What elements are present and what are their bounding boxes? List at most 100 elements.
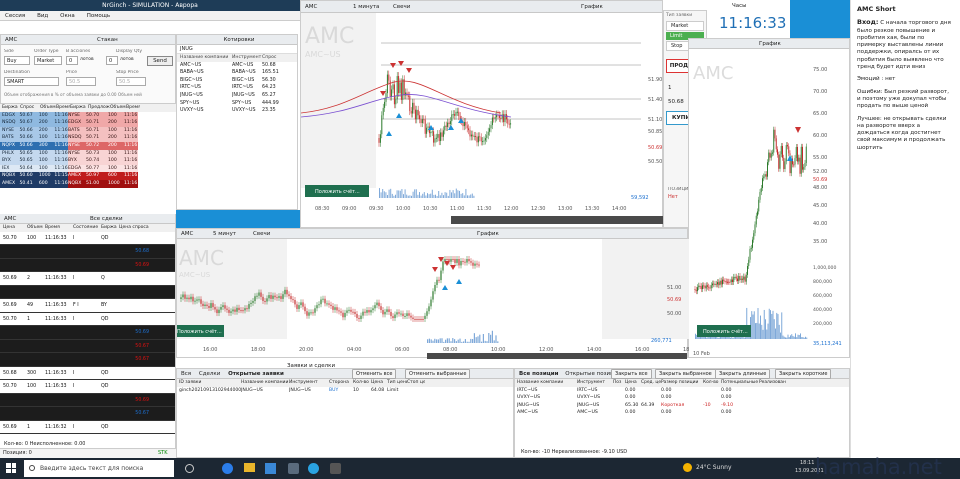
quote-row[interactable]: BABA~US BABA~US 165.51 <box>177 69 297 77</box>
level2-row[interactable]: NYSE 50.66 200 11:16 BATS 50.71 100 11:16 <box>0 126 176 135</box>
task-view-icon[interactable] <box>185 464 194 473</box>
orders-col[interactable]: Инструмент <box>289 379 329 387</box>
tray-time[interactable]: 18:11 <box>800 460 814 466</box>
chart2-canvas[interactable]: AMCAMC~US51.0050.6950.00260,77116:00 18:0… <box>177 239 689 359</box>
side-select[interactable]: Buy <box>4 56 30 65</box>
destination-select[interactable]: SMART <box>4 77 59 86</box>
quote-row[interactable]: SPY~US SPY~US 444.99 <box>177 100 297 108</box>
position-row[interactable]: UVXY~US UVXY~US 0.00 0.00 0.00 <box>515 394 849 402</box>
level2-col[interactable]: Время <box>56 104 70 112</box>
chart1-scrollbar[interactable] <box>451 216 663 224</box>
position-row[interactable]: JNUG~US JNUG~US 65.30 64.39 Короткая -10 -9.10 <box>515 402 849 410</box>
close-short-button[interactable]: Закрыть короткие <box>775 369 832 379</box>
level2-row[interactable]: NQBX 50.60 1000 11:15 AMEX 50.97 600 11:16 <box>0 172 176 180</box>
level2-row[interactable]: IEX 50.64 100 11:16 EDGA 50.77 100 11:16 <box>0 164 176 173</box>
type-market[interactable]: Market <box>666 21 704 31</box>
chart2-symbol[interactable]: AMC <box>181 231 193 237</box>
level2-row[interactable]: NQPX 50.66 300 11:16 NYSE 50.72 200 11:16 <box>0 141 176 150</box>
orders-col[interactable]: Цена <box>371 379 387 387</box>
tape-symbol[interactable]: AMC <box>4 216 16 222</box>
order-type-select[interactable]: Market <box>34 56 62 65</box>
menu-windows[interactable]: Окна <box>60 11 75 21</box>
price-input[interactable]: 50.5 <box>66 77 96 86</box>
send-button[interactable]: Send <box>147 56 173 66</box>
folder-icon[interactable] <box>244 463 255 472</box>
level2-col[interactable]: Предлож <box>88 104 110 112</box>
chart2-scrollbar[interactable] <box>427 353 687 359</box>
position-row[interactable]: IRTC~US IRTC~US 0.00 0.00 0.00 <box>515 387 849 395</box>
quote-list-name[interactable]: JNUG <box>177 45 297 54</box>
cancel-all-button[interactable]: Отменить все <box>352 369 397 379</box>
orders-col[interactable]: Тип цены <box>387 379 407 387</box>
store-icon[interactable] <box>265 463 276 474</box>
quote-row[interactable]: UVXY~US UVXY~US 23.35 <box>177 107 297 115</box>
display-qty-input[interactable]: 0 <box>106 56 118 65</box>
level2-col[interactable]: Объем <box>40 104 56 112</box>
level2-row[interactable]: BATS 50.66 100 11:16 NSDQ 50.71 200 11:16 <box>0 134 176 142</box>
chart1-volume-bar <box>427 193 428 198</box>
chart1-interval[interactable]: 1 минута <box>353 1 379 13</box>
chart3-canvas[interactable]: AMC 75.00 70.00 65.00 60.00 55.00 52.00 50.69 48… <box>689 49 851 359</box>
level2-row[interactable]: EDGX 50.67 100 11:16 NYSE 50.70 100 11:16 <box>0 111 176 120</box>
positions-col[interactable]: Размер позиции <box>661 379 703 387</box>
weather-text[interactable]: 24°C Sunny <box>696 464 732 471</box>
positions-tab-all[interactable]: Все позиции <box>519 371 559 377</box>
chart1-canvas[interactable]: AMCAMC~US 51.90 51.40 51.10 50.85 50.69 50.50 5… <box>301 13 664 229</box>
level2-col[interactable]: Спрос <box>20 104 40 112</box>
level2-row[interactable]: NSDQ 50.67 200 11:16 EDGX 50.71 200 11:16 <box>0 119 176 127</box>
chart2-interval[interactable]: 5 минут <box>213 229 236 239</box>
orders-col[interactable]: Стоп цен <box>407 379 425 387</box>
quote-row[interactable]: AMC~US AMC~US 50.68 <box>177 62 297 70</box>
orders-col[interactable]: Название компании <box>241 379 289 387</box>
positions-col[interactable]: Сред. цена <box>641 379 661 387</box>
orders-tab-all[interactable]: Вся <box>181 371 191 377</box>
col-instrument[interactable]: Инструмент <box>232 54 262 62</box>
windows-start-icon[interactable] <box>6 463 16 473</box>
cancel-selected-button[interactable]: Отменить выбранные <box>405 369 471 379</box>
orders-tab-trades[interactable]: Сделки <box>199 371 220 377</box>
level2-col[interactable]: Биржа <box>70 104 88 112</box>
chart2-style[interactable]: Свечи <box>253 229 270 239</box>
level2-col[interactable]: Биржа <box>2 104 20 112</box>
positions-col[interactable]: Название компании <box>517 379 577 387</box>
qty-input[interactable]: 0 <box>66 56 78 65</box>
chart3-vol-level: 1,000,000 <box>813 265 836 271</box>
level2-row[interactable]: AMEX 50.41 600 11:16 NQBX 51.00 1000 11:16 <box>0 179 176 188</box>
order-symbol[interactable]: AMC <box>5 37 17 43</box>
trading-app-icon[interactable] <box>330 463 341 474</box>
quote-row[interactable]: BIGC~US BIGC~US 56.30 <box>177 77 297 85</box>
positions-col[interactable]: Поз <box>613 379 625 387</box>
positions-col[interactable]: Потенциальные <box>721 379 759 387</box>
level2-col[interactable]: Время <box>126 104 140 112</box>
position-row[interactable]: AMC~US AMC~US 0.00 0.00 0.00 <box>515 409 849 417</box>
order-row[interactable]: ginch20210913102944000037JNUG~USJNUG~USB… <box>177 387 513 395</box>
col-bid[interactable]: Спрос <box>262 54 286 62</box>
chart1-style[interactable]: Свечи <box>393 1 410 13</box>
menu-session[interactable]: Сессия <box>5 11 25 21</box>
app-icon[interactable] <box>288 463 299 474</box>
orders-tab-open[interactable]: Открытые заявки <box>228 371 284 377</box>
level2-row[interactable]: PHLX 50.65 100 11:16 NYSE 50.73 100 11:16 <box>0 149 176 158</box>
level2-row[interactable]: BYX 50.65 100 11:16 BYX 50.74 100 11:16 <box>0 157 176 165</box>
close-long-button[interactable]: Закрыть длинные <box>715 369 771 379</box>
positions-col[interactable]: Реализован <box>759 379 791 387</box>
positions-col[interactable]: Кол-во <box>703 379 721 387</box>
orders-col[interactable]: ID заявки <box>179 379 241 387</box>
taskbar-search[interactable]: Введите здесь текст для поиска <box>24 460 174 477</box>
close-selected-button[interactable]: Закрыть выбранное <box>655 369 716 379</box>
edge-icon[interactable] <box>222 463 233 474</box>
orders-col[interactable]: Кол-во <box>353 379 371 387</box>
quote-row[interactable]: IRTC~US IRTC~US 64.23 <box>177 84 297 92</box>
col-company[interactable]: Название компании <box>180 54 232 62</box>
positions-col[interactable]: Цена <box>625 379 641 387</box>
chart1-symbol[interactable]: AMC <box>305 4 317 10</box>
close-all-button[interactable]: Закрыть все <box>611 369 652 379</box>
menu-view[interactable]: Вид <box>37 11 48 21</box>
quote-row[interactable]: JNUG~US JNUG~US 65.27 <box>177 92 297 100</box>
stop-price-input[interactable]: 50.5 <box>116 77 146 86</box>
positions-col[interactable]: Инструмент <box>577 379 613 387</box>
telegram-icon[interactable] <box>308 463 319 474</box>
menu-help[interactable]: Помощь <box>87 11 110 21</box>
level2-col[interactable]: Объем <box>110 104 126 112</box>
orders-col[interactable]: Сторона <box>329 379 353 387</box>
